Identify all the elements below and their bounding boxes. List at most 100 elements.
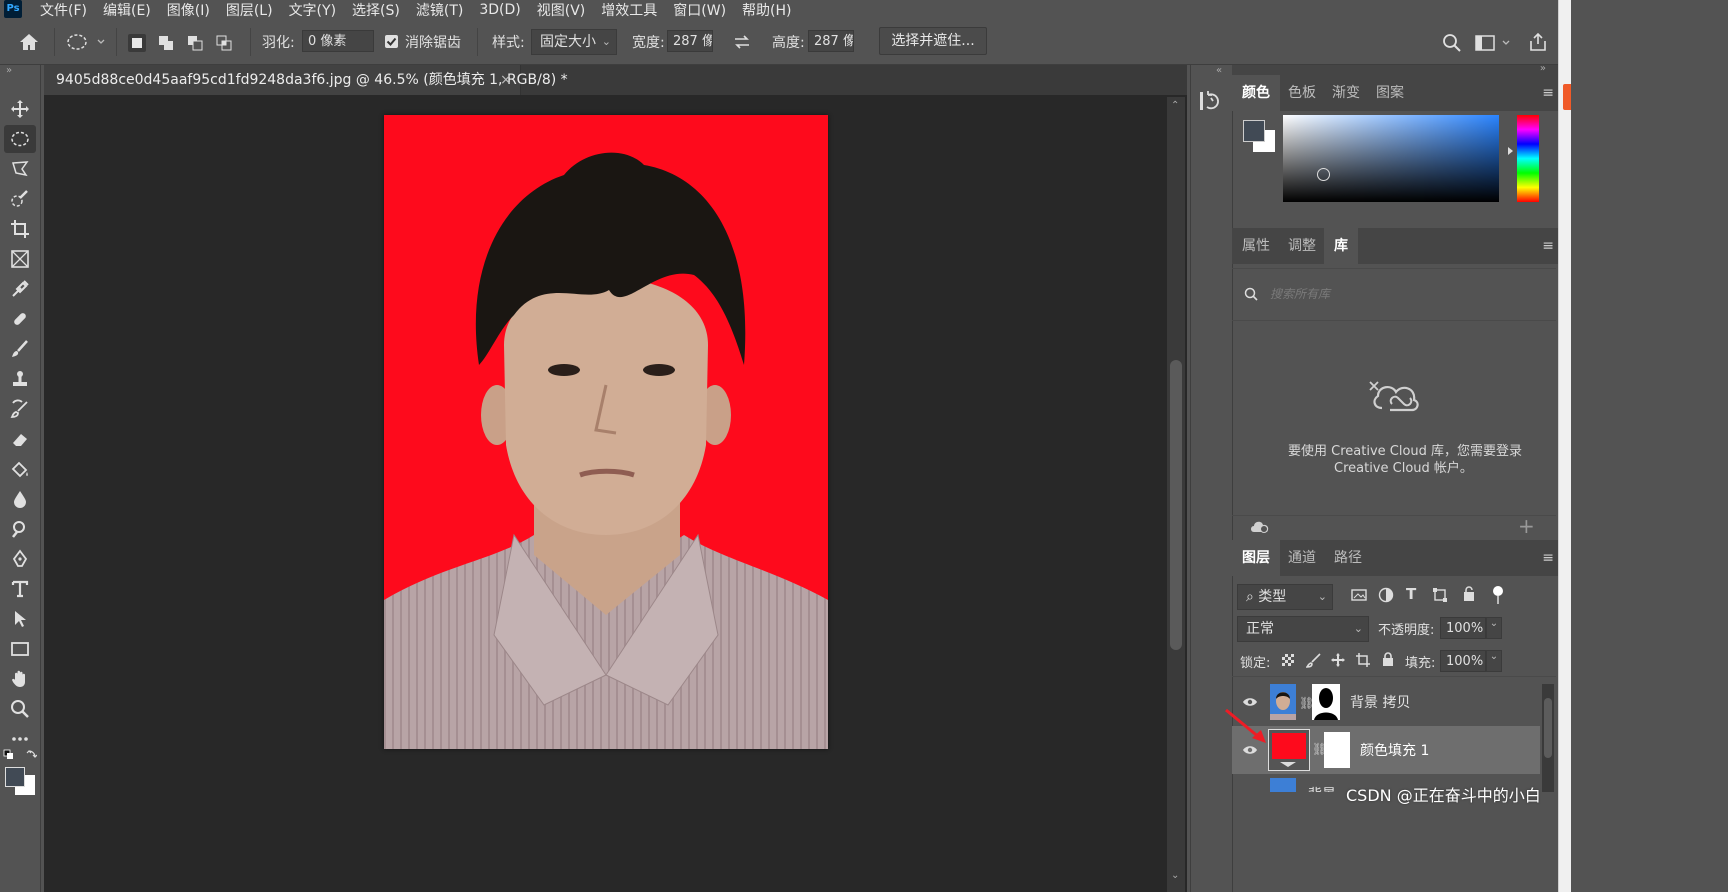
layers-scrollbar-thumb[interactable] (1544, 698, 1552, 758)
scroll-up-icon[interactable]: ⌃ (1171, 100, 1179, 111)
tab-libraries[interactable]: 库 (1324, 228, 1358, 264)
eraser-tool-icon[interactable] (4, 425, 36, 453)
add-selection-icon[interactable] (157, 34, 175, 52)
tab-swatches[interactable]: 色板 (1278, 75, 1326, 111)
tab-close-icon[interactable]: × (500, 65, 512, 95)
workspace-icon[interactable] (1475, 34, 1511, 56)
elliptical-marquee-preset-icon[interactable] (66, 32, 110, 56)
feather-input[interactable]: 0 像素 (302, 30, 374, 52)
panel-menu-icon[interactable]: ≡ (1542, 85, 1554, 101)
share-icon[interactable] (1528, 32, 1548, 56)
document-image[interactable] (384, 115, 828, 749)
width-input[interactable]: 287 像 (667, 30, 713, 52)
scrollbar-thumb[interactable] (1170, 360, 1182, 650)
subtract-selection-icon[interactable] (186, 34, 204, 52)
menu-file[interactable]: 文件(F) (40, 0, 87, 20)
expand-panels-icon[interactable]: « (1216, 65, 1222, 76)
move-tool-icon[interactable] (4, 95, 36, 123)
dodge-tool-icon[interactable] (4, 515, 36, 543)
history-panel-icon[interactable] (1199, 89, 1221, 117)
swap-dimensions-icon[interactable] (732, 32, 752, 56)
menu-window[interactable]: 窗口(W) (673, 0, 726, 20)
zoom-tool-icon[interactable] (4, 695, 36, 723)
brush-tool-icon[interactable] (4, 335, 36, 363)
menu-select[interactable]: 选择(S) (352, 0, 400, 20)
filter-toggle-icon[interactable] (1493, 586, 1503, 596)
crop-tool-icon[interactable] (4, 215, 36, 243)
foreground-color-swatch[interactable] (5, 767, 25, 787)
select-and-mask-button[interactable]: 选择并遮住... (879, 27, 987, 55)
blur-tool-icon[interactable] (4, 485, 36, 513)
tab-paths[interactable]: 路径 (1324, 540, 1372, 576)
lock-artboard-icon[interactable] (1355, 652, 1371, 672)
tab-channels[interactable]: 通道 (1278, 540, 1326, 576)
lock-all-icon[interactable] (1381, 651, 1395, 671)
layer-name[interactable]: 背景 拷贝 (1350, 692, 1410, 712)
layer-filter-dropdown[interactable]: ⌕ 类型 ⌄ (1237, 584, 1333, 610)
menu-edit[interactable]: 编辑(E) (103, 0, 151, 20)
default-colors-icon[interactable] (3, 748, 38, 766)
fill-chevron-icon[interactable]: ⌄ (1486, 650, 1502, 672)
menu-3d[interactable]: 3D(D) (479, 2, 520, 18)
filter-smart-object-icon[interactable] (1461, 586, 1477, 606)
style-dropdown[interactable]: 固定大小 ⌄ (531, 29, 617, 55)
add-icon[interactable]: + (1518, 514, 1535, 538)
menu-help[interactable]: 帮助(H) (742, 0, 791, 20)
layer-row-color-fill[interactable]: ⛓ 颜色填充 1 (1232, 726, 1540, 774)
filter-pixel-icon[interactable] (1351, 587, 1367, 607)
lock-pixels-icon[interactable] (1305, 652, 1322, 672)
fill-layer-thumbnail[interactable] (1268, 729, 1310, 771)
blend-mode-dropdown[interactable]: 正常 ⌄ (1237, 616, 1369, 642)
paint-bucket-tool-icon[interactable] (4, 455, 36, 483)
cloud-sync-icon[interactable] (1249, 518, 1271, 538)
color-field[interactable] (1283, 115, 1499, 202)
layer-name[interactable]: 颜色填充 1 (1360, 740, 1429, 760)
elliptical-marquee-tool-icon[interactable] (4, 125, 36, 153)
collapse-panels-icon[interactable]: » (1540, 63, 1546, 74)
tab-patterns[interactable]: 图案 (1366, 75, 1414, 111)
history-brush-tool-icon[interactable] (4, 395, 36, 423)
menu-filter[interactable]: 滤镜(T) (416, 0, 463, 20)
color-panel-foreground-swatch[interactable] (1243, 120, 1265, 142)
layer-row-background-copy[interactable]: ⛓ 背景 拷贝 (1232, 678, 1540, 726)
fill-input[interactable]: 100% (1440, 650, 1486, 672)
lock-transparent-icon[interactable] (1282, 654, 1294, 666)
layer-mask-thumbnail[interactable] (1312, 684, 1340, 720)
tab-properties[interactable]: 属性 (1232, 228, 1280, 264)
opacity-input[interactable]: 100% (1440, 617, 1486, 639)
filter-type-icon[interactable]: T (1406, 585, 1416, 603)
intersect-selection-icon[interactable] (215, 34, 233, 52)
height-input[interactable]: 287 像 (808, 30, 854, 52)
menu-plugins[interactable]: 增效工具 (601, 0, 657, 20)
tab-layers[interactable]: 图层 (1232, 540, 1280, 576)
healing-brush-tool-icon[interactable] (4, 305, 36, 333)
menu-view[interactable]: 视图(V) (537, 0, 586, 20)
menu-type[interactable]: 文字(Y) (289, 0, 336, 20)
layer-name[interactable]: 背景 (1308, 784, 1336, 792)
home-icon[interactable] (18, 32, 40, 56)
layers-scrollbar[interactable] (1542, 684, 1554, 792)
clone-stamp-tool-icon[interactable] (4, 365, 36, 393)
collapse-icon[interactable]: » (6, 65, 12, 76)
tab-gradients[interactable]: 渐变 (1322, 75, 1370, 111)
tab-color[interactable]: 颜色 (1232, 75, 1280, 111)
hue-slider[interactable] (1517, 115, 1539, 202)
library-search-input[interactable]: 搜索所有库 (1270, 285, 1330, 302)
filter-adjustment-icon[interactable] (1378, 587, 1394, 607)
lasso-tool-icon[interactable] (4, 155, 36, 183)
menu-image[interactable]: 图像(I) (167, 0, 210, 20)
opacity-chevron-icon[interactable]: ⌄ (1486, 617, 1502, 639)
panel-menu-icon[interactable]: ≡ (1542, 550, 1554, 566)
lock-position-icon[interactable] (1330, 652, 1346, 672)
color-picker-handle[interactable] (1317, 168, 1330, 181)
rectangle-tool-icon[interactable] (4, 635, 36, 663)
hand-tool-icon[interactable] (4, 665, 36, 693)
new-selection-icon[interactable] (128, 34, 146, 52)
eyedropper-tool-icon[interactable] (4, 275, 36, 303)
antialias-checkbox[interactable] (385, 35, 398, 48)
frame-tool-icon[interactable] (4, 245, 36, 273)
path-selection-tool-icon[interactable] (4, 605, 36, 633)
document-tab[interactable]: 9405d88ce0d45aaf95cd1fd9248da3f6.jpg @ 4… (44, 65, 568, 95)
pen-tool-icon[interactable] (4, 545, 36, 573)
search-icon[interactable] (1442, 33, 1462, 57)
